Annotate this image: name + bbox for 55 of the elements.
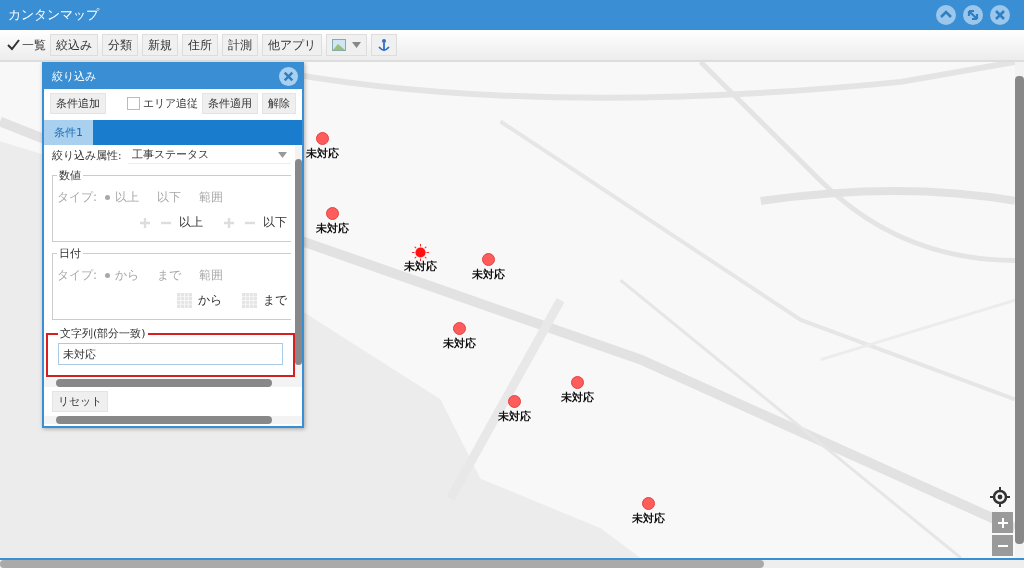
window-title: カンタンマップ	[8, 6, 99, 24]
plus-icon	[997, 517, 1008, 528]
layer-dropdown[interactable]	[326, 34, 367, 56]
collapse-button[interactable]	[936, 5, 956, 25]
marker-label: 未対応	[631, 512, 665, 526]
marker-label: 未対応	[315, 222, 349, 236]
add-condition-button[interactable]: 条件追加	[50, 93, 106, 114]
apply-button[interactable]: 条件適用	[202, 93, 258, 114]
scrollbar[interactable]	[44, 416, 302, 424]
type-label: タイプ:	[57, 267, 98, 284]
checkbox-label: エリア追従	[143, 96, 198, 111]
caret-icon	[278, 152, 287, 158]
marker-label: 未対応	[442, 337, 476, 351]
toolbar-button[interactable]: 新規	[142, 34, 178, 56]
caret-icon	[352, 42, 361, 48]
marker-label: 未対応	[497, 410, 531, 424]
image-icon	[332, 39, 346, 51]
marker-label: 未対応	[471, 268, 505, 282]
clear-button[interactable]: 解除	[262, 93, 296, 114]
field-label: 以下	[263, 214, 287, 231]
zoom-out-button[interactable]	[992, 535, 1013, 556]
input-field[interactable]: 未対応	[58, 343, 283, 365]
section-title: 文字列(部分一致)	[59, 326, 147, 341]
scrollbar[interactable]	[295, 145, 302, 379]
marker-label: 未対応	[403, 260, 437, 274]
panel-title: 絞り込み	[52, 69, 96, 84]
scrollbar[interactable]	[44, 379, 302, 387]
reset-button[interactable]: リセット	[52, 391, 108, 412]
maximize-button[interactable]	[963, 5, 983, 25]
section-title: 数値	[58, 168, 82, 183]
marker-label: 未対応	[560, 391, 594, 405]
marker-label: 未対応	[305, 147, 339, 161]
field-label: から	[198, 292, 222, 309]
scrollbar[interactable]	[1015, 62, 1024, 558]
zoom-in-button[interactable]	[992, 512, 1013, 533]
toolbar-button[interactable]: 他アプリ	[262, 34, 322, 56]
checkbox[interactable]	[127, 97, 140, 110]
anchor-icon	[377, 38, 391, 52]
close-button[interactable]	[990, 5, 1010, 25]
scrollbar[interactable]	[0, 558, 1024, 568]
anchor-button[interactable]	[371, 34, 397, 56]
marker-dot[interactable]	[411, 244, 429, 261]
toolbar-button[interactable]: 分類	[102, 34, 138, 56]
field-label: まで	[263, 292, 287, 309]
list-checkbox[interactable]: 一覧	[6, 36, 46, 54]
toolbar-button[interactable]: 絞込み	[50, 34, 98, 56]
toolbar-button[interactable]: 計測	[222, 34, 258, 56]
close-button[interactable]	[279, 67, 298, 86]
attribute-dropdown[interactable]: 工事ステータス	[127, 147, 291, 164]
section-title: 日付	[58, 246, 82, 261]
toolbar-button[interactable]: 住所	[182, 34, 218, 56]
type-label: タイプ:	[57, 189, 98, 206]
field-label: 以上	[179, 214, 203, 231]
locate-icon[interactable]	[990, 487, 1010, 507]
field-label: 絞り込み属性:	[52, 148, 122, 163]
